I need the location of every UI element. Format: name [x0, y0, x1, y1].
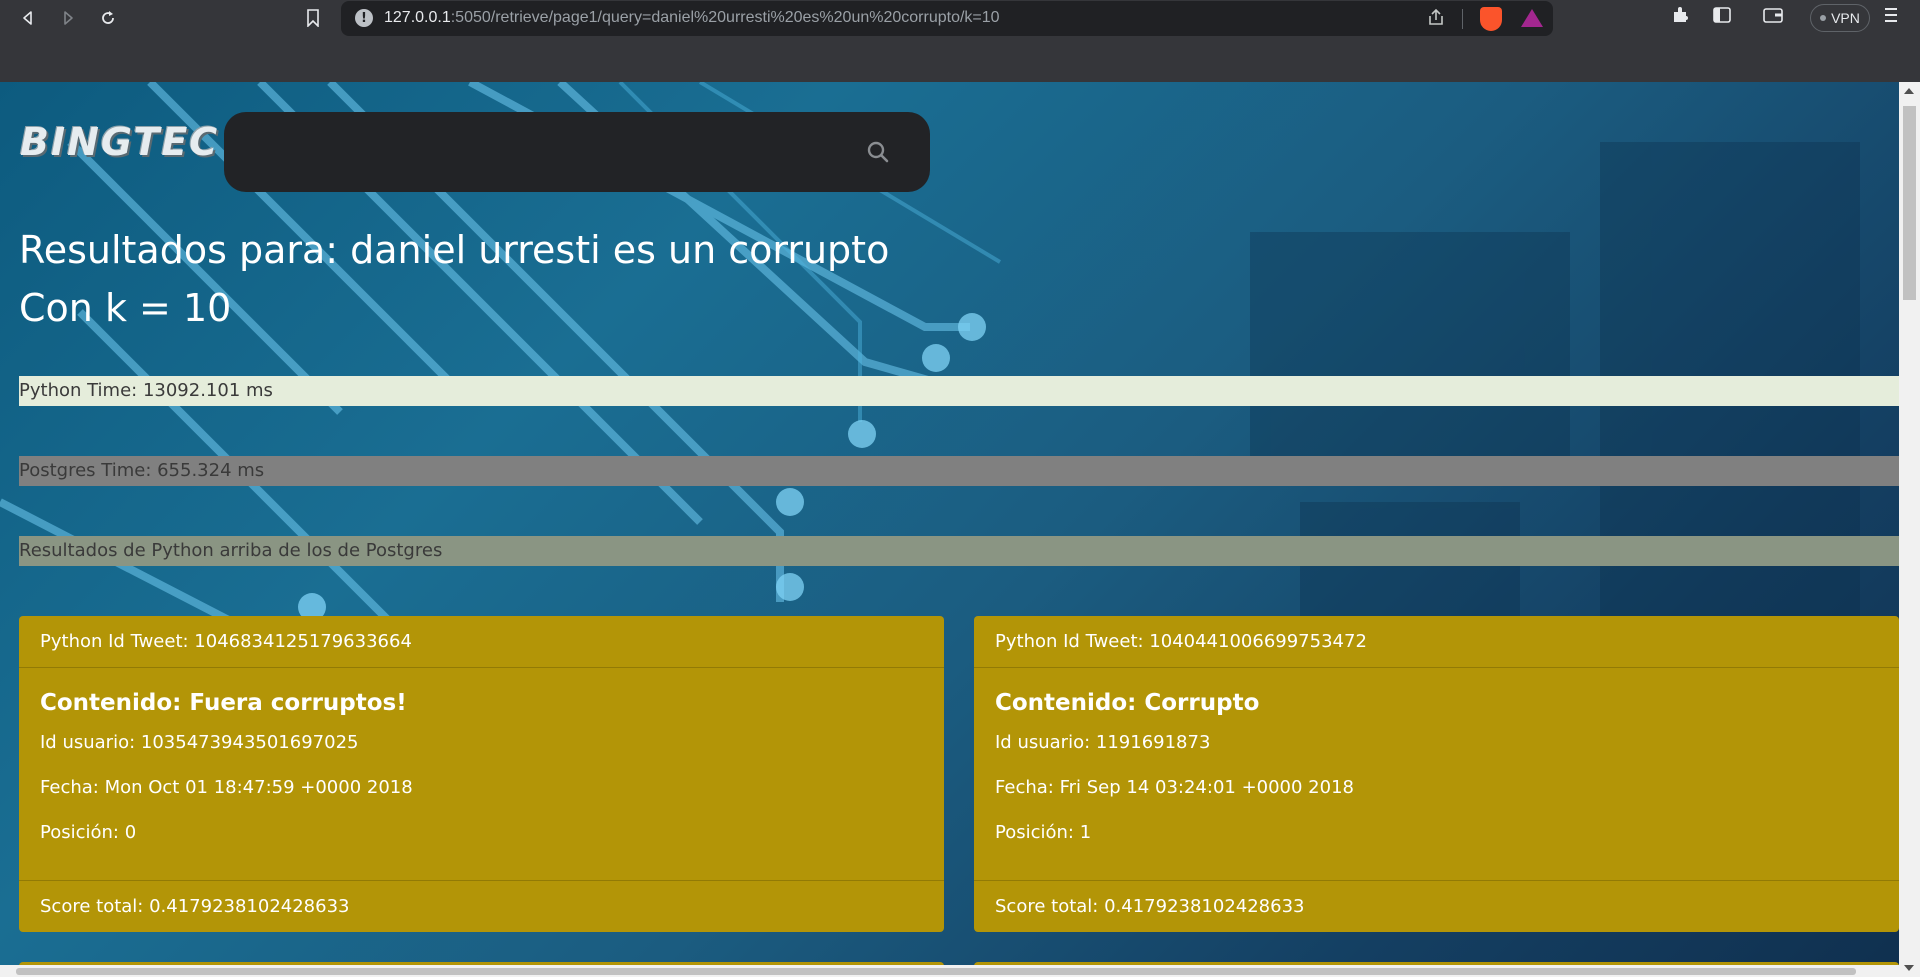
site-info-icon[interactable]: !	[355, 9, 373, 27]
brave-shields-icon[interactable]	[1480, 7, 1502, 31]
vpn-button[interactable]: VPN	[1810, 4, 1870, 32]
back-icon[interactable]	[14, 4, 42, 32]
scroll-down-icon[interactable]	[1904, 965, 1914, 971]
url-host: 127.0.0.1	[384, 9, 451, 26]
result-position: Posición: 1	[995, 822, 1092, 843]
postgres-time: Postgres Time: 655.324 ms	[19, 456, 1899, 486]
results-heading: Resultados para: daniel urresti es un co…	[19, 228, 890, 272]
extensions-icon[interactable]	[1671, 5, 1691, 30]
horizontal-scrollbar[interactable]	[0, 965, 1899, 977]
url-path: :5050/retrieve/page1/query=daniel%20urre…	[450, 9, 1000, 26]
tweet-id: Python Id Tweet: 1046834125179633664	[19, 616, 944, 668]
url-text[interactable]: 127.0.0.1:5050/retrieve/page1/query=dani…	[384, 9, 1000, 27]
k-heading: Con k = 10	[19, 286, 232, 330]
result-position: Posición: 0	[40, 822, 137, 843]
result-card: Python Id Tweet: 1046834125179633664 Con…	[19, 616, 944, 932]
results-order-note: Resultados de Python arriba de los de Po…	[19, 536, 1899, 566]
bingtec-logo[interactable]: BINGTEC	[20, 120, 219, 164]
tweet-content: Contenido: Corrupto	[995, 690, 1260, 716]
score-total: Score total: 0.4179238102428633	[974, 880, 1899, 932]
search-input[interactable]	[244, 132, 844, 172]
tweet-id: Python Id Tweet: 1040441006699753472	[974, 616, 1899, 668]
vertical-scrollbar[interactable]	[1899, 82, 1920, 977]
result-card: Python Id Tweet: 1040441006699753472 Con…	[974, 616, 1899, 932]
tweet-content: Contenido: Fuera corruptos!	[40, 690, 407, 716]
browser-toolbar: ! 127.0.0.1:5050/retrieve/page1/query=da…	[0, 0, 1920, 82]
omnibox-divider	[1462, 9, 1463, 29]
tweet-date: Fecha: Mon Oct 01 18:47:59 +0000 2018	[40, 777, 413, 798]
python-time: Python Time: 13092.101 ms	[19, 376, 1899, 406]
scroll-up-icon[interactable]	[1904, 88, 1914, 94]
horizontal-scroll-thumb[interactable]	[16, 968, 1856, 975]
menu-icon[interactable]	[1884, 5, 1898, 29]
brave-rewards-icon[interactable]	[1521, 9, 1543, 27]
wallet-icon[interactable]	[1762, 5, 1784, 30]
page-viewport: BINGTEC Resultados para: daniel urresti …	[0, 82, 1899, 977]
vpn-status-icon	[1820, 15, 1827, 21]
address-bar[interactable]: ! 127.0.0.1:5050/retrieve/page1/query=da…	[341, 1, 1553, 36]
search-box	[224, 112, 930, 192]
user-id: Id usuario: 1191691873	[995, 732, 1211, 753]
bookmark-icon[interactable]	[299, 4, 327, 32]
reload-icon[interactable]	[94, 4, 122, 32]
sidebar-icon[interactable]	[1712, 5, 1732, 30]
forward-icon[interactable]	[54, 4, 82, 32]
tweet-date: Fecha: Fri Sep 14 03:24:01 +0000 2018	[995, 777, 1354, 798]
score-total: Score total: 0.4179238102428633	[19, 880, 944, 932]
search-icon[interactable]	[864, 138, 892, 166]
share-icon[interactable]	[1426, 7, 1446, 32]
scroll-thumb[interactable]	[1903, 106, 1916, 300]
vpn-label: VPN	[1831, 10, 1860, 26]
user-id: Id usuario: 1035473943501697025	[40, 732, 359, 753]
